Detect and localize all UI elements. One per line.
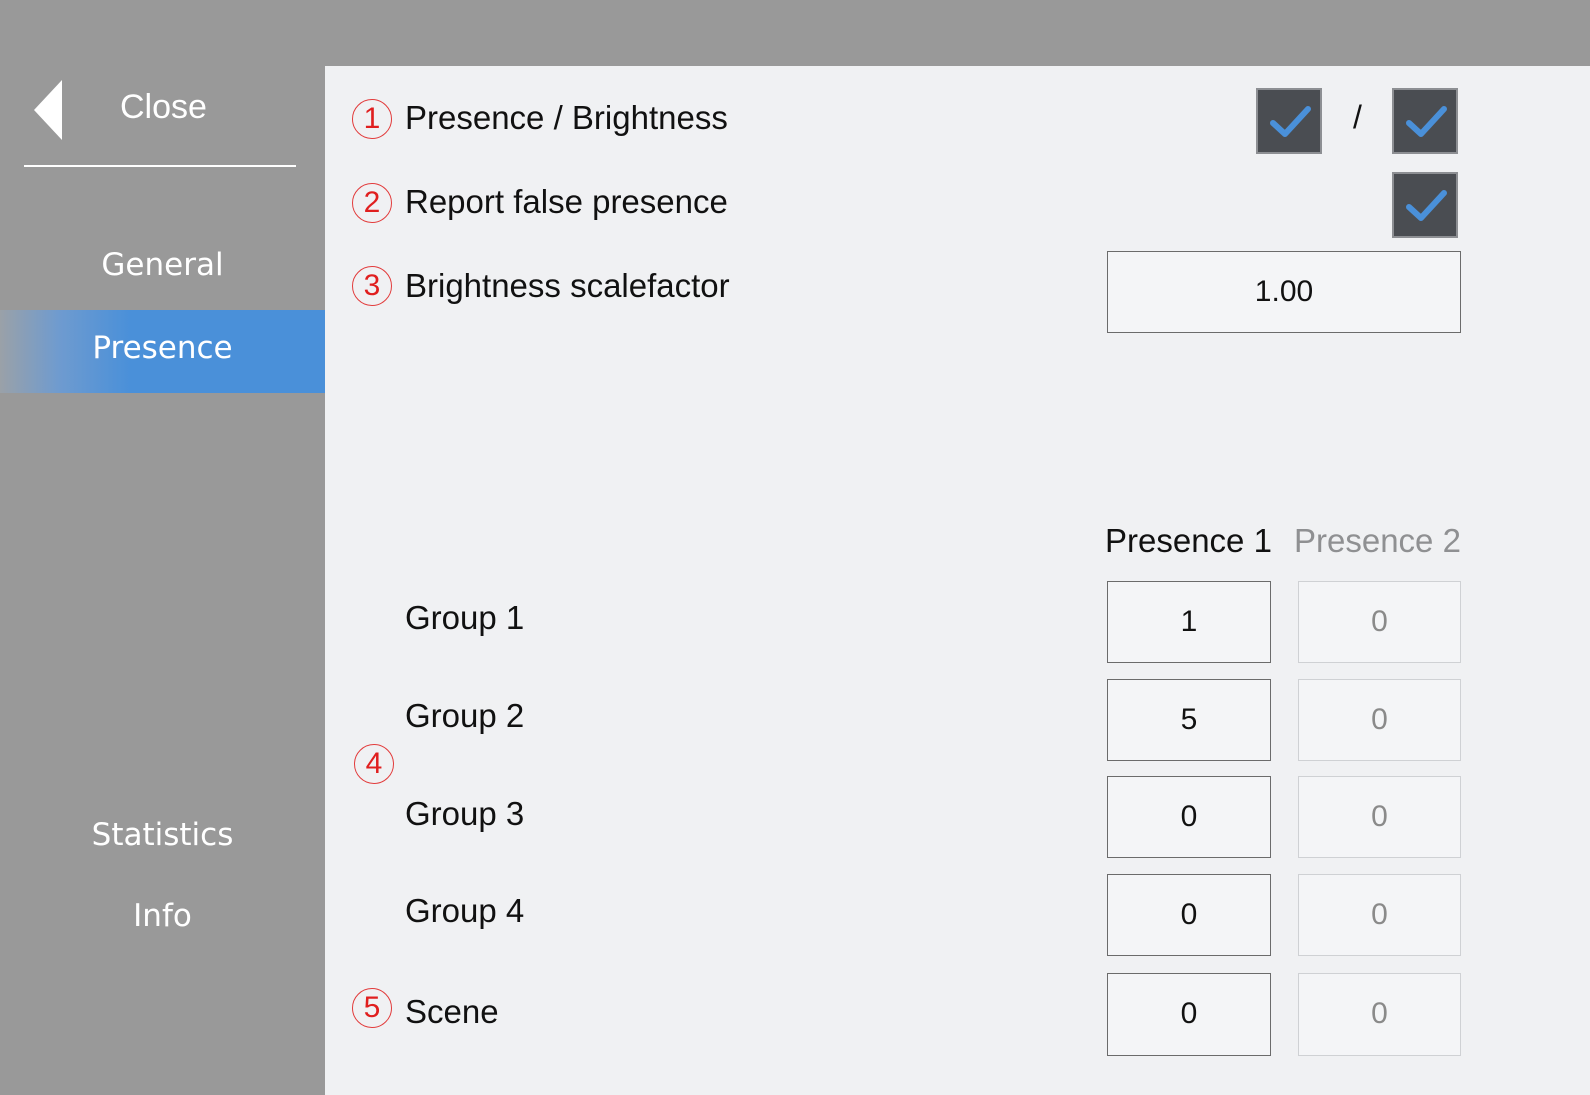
group-2-presence-2-input[interactable]: 0 (1298, 679, 1461, 761)
back-arrow-icon (34, 80, 62, 140)
group-3-presence-2-input[interactable]: 0 (1298, 776, 1461, 858)
annotation-marker-2: 2 (352, 183, 392, 223)
report-false-presence-label: Report false presence (405, 183, 728, 220)
column-header-presence-1: Presence 1 (1105, 522, 1272, 559)
divider (24, 165, 296, 167)
group-4-presence-2-input[interactable]: 0 (1298, 874, 1461, 956)
brightness-scalefactor-input[interactable]: 1.00 (1107, 251, 1461, 333)
group-4-label: Group 4 (405, 892, 525, 929)
sidebar-item-label: Presence (92, 330, 233, 366)
sidebar-item-statistics[interactable]: Statistics (0, 817, 325, 853)
annotation-marker-4: 4 (354, 744, 394, 784)
group-2-label: Group 2 (405, 697, 525, 734)
group-3-presence-1-input[interactable]: 0 (1107, 776, 1271, 858)
scene-presence-2-input[interactable]: 0 (1298, 973, 1461, 1056)
annotation-marker-5: 5 (352, 988, 392, 1028)
group-1-presence-2-input[interactable]: 0 (1298, 581, 1461, 663)
sidebar-item-info[interactable]: Info (0, 898, 325, 934)
sidebar-item-presence[interactable]: Presence (0, 310, 377, 393)
check-icon (1406, 106, 1447, 137)
group-2-presence-1-input[interactable]: 5 (1107, 679, 1271, 761)
settings-panel: 1 Presence / Brightness / 2 Report false… (325, 66, 1590, 1095)
sidebar-item-general[interactable]: General (0, 247, 325, 283)
brightness-checkbox[interactable] (1392, 88, 1458, 154)
group-3-label: Group 3 (405, 795, 525, 832)
scene-presence-1-input[interactable]: 0 (1107, 973, 1271, 1056)
group-1-label: Group 1 (405, 599, 525, 636)
close-button[interactable]: Close (24, 66, 296, 166)
scene-label: Scene (405, 993, 499, 1030)
report-false-presence-checkbox[interactable] (1392, 172, 1458, 238)
checkbox-separator: / (1353, 99, 1362, 135)
close-label: Close (120, 88, 207, 126)
column-header-presence-2: Presence 2 (1294, 522, 1461, 559)
check-icon (1270, 106, 1311, 137)
group-1-presence-1-input[interactable]: 1 (1107, 581, 1271, 663)
sidebar: Close General Presence Statistics Info (0, 0, 377, 1095)
presence-checkbox[interactable] (1256, 88, 1322, 154)
annotation-marker-1: 1 (352, 99, 392, 139)
presence-brightness-label: Presence / Brightness (405, 99, 728, 136)
annotation-marker-3: 3 (352, 266, 392, 306)
check-icon (1406, 190, 1447, 221)
brightness-scalefactor-label: Brightness scalefactor (405, 267, 730, 304)
group-4-presence-1-input[interactable]: 0 (1107, 874, 1271, 956)
